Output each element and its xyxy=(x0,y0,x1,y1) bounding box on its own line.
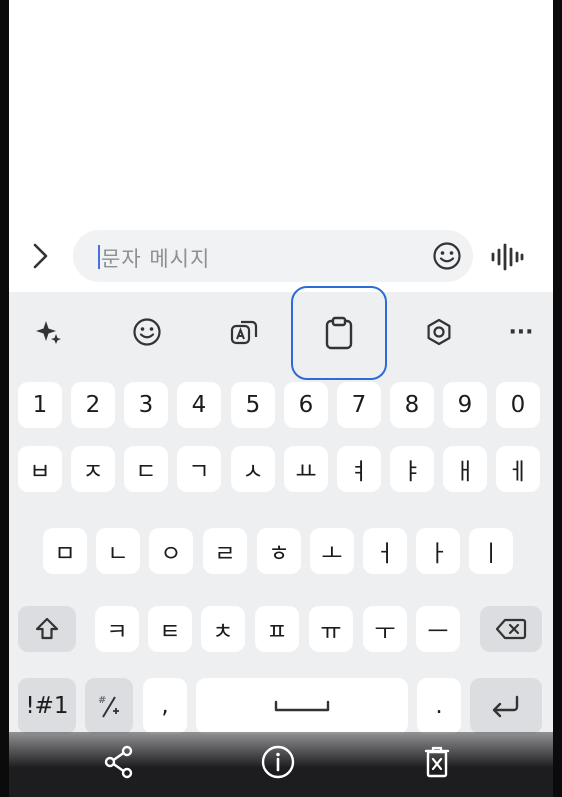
keyboard-toolbar: ··· xyxy=(9,286,553,380)
key-chieut[interactable]: ㅊ xyxy=(201,606,245,652)
key-yeo[interactable]: ㅕ xyxy=(337,446,381,492)
key-siot[interactable]: ㅅ xyxy=(231,446,275,492)
key-kieuk[interactable]: ㅋ xyxy=(95,606,139,652)
key-digeut[interactable]: ㄷ xyxy=(124,446,168,492)
more-icon[interactable]: ··· xyxy=(499,310,543,354)
symbols-key[interactable]: !#1 xyxy=(18,678,76,734)
key-4[interactable]: 4 xyxy=(177,382,221,428)
message-placeholder: 문자 메시지 xyxy=(101,247,211,271)
emoji-icon[interactable] xyxy=(431,240,463,272)
key-1[interactable]: 1 xyxy=(18,382,62,428)
backspace-icon[interactable] xyxy=(480,606,542,652)
svg-text:#: # xyxy=(98,695,106,706)
key-jieut[interactable]: ㅈ xyxy=(71,446,115,492)
key-mieum[interactable]: ㅁ xyxy=(43,528,87,574)
key-3[interactable]: 3 xyxy=(124,382,168,428)
key-rieul[interactable]: ㄹ xyxy=(203,528,247,574)
screen-frame-right xyxy=(553,0,562,797)
screen-frame-left xyxy=(0,0,9,797)
translate-icon[interactable] xyxy=(223,310,267,354)
key-8[interactable]: 8 xyxy=(390,382,434,428)
key-5[interactable]: 5 xyxy=(231,382,275,428)
compose-bar: 문자 메시지 xyxy=(9,222,553,292)
shift-icon[interactable] xyxy=(18,606,76,652)
key-u[interactable]: ㅜ xyxy=(363,606,407,652)
key-pieup[interactable]: ㅍ xyxy=(255,606,299,652)
voice-wave-icon[interactable] xyxy=(489,240,525,274)
comma-key[interactable]: , xyxy=(143,678,187,734)
key-ieung[interactable]: ㅇ xyxy=(149,528,193,574)
keyboard: ··· 1 2 3 4 5 6 7 8 9 0 ㅂ ㅈ ㄷ ㄱ ㅅ ㅛ ㅕ ㅑ … xyxy=(9,286,553,797)
key-eu[interactable]: ㅡ xyxy=(416,606,460,652)
delete-icon[interactable] xyxy=(417,742,457,782)
clipboard-icon[interactable] xyxy=(291,286,387,380)
key-nieun[interactable]: ㄴ xyxy=(96,528,140,574)
key-eo[interactable]: ㅓ xyxy=(363,528,407,574)
key-giyeok[interactable]: ㄱ xyxy=(177,446,221,492)
key-bieup[interactable]: ㅂ xyxy=(18,446,62,492)
text-caret xyxy=(98,245,100,269)
key-0[interactable]: 0 xyxy=(496,382,540,428)
emoji-icon[interactable] xyxy=(125,310,169,354)
bottom-action-bar xyxy=(9,732,553,797)
key-hieut[interactable]: ㅎ xyxy=(257,528,301,574)
key-a[interactable]: ㅏ xyxy=(416,528,460,574)
key-yu[interactable]: ㅠ xyxy=(309,606,353,652)
sparkle-icon[interactable] xyxy=(27,310,71,354)
key-7[interactable]: 7 xyxy=(337,382,381,428)
key-i[interactable]: ㅣ xyxy=(469,528,513,574)
period-key[interactable]: . xyxy=(417,678,461,734)
spacebar[interactable] xyxy=(196,678,408,734)
chevron-right-icon[interactable] xyxy=(29,240,53,272)
key-2[interactable]: 2 xyxy=(71,382,115,428)
enter-icon[interactable] xyxy=(470,678,542,734)
message-input[interactable]: 문자 메시지 xyxy=(73,230,473,282)
key-ae[interactable]: ㅐ xyxy=(443,446,487,492)
settings-icon[interactable] xyxy=(417,310,461,354)
key-yo[interactable]: ㅛ xyxy=(284,446,328,492)
info-icon[interactable] xyxy=(258,742,298,782)
key-ya[interactable]: ㅑ xyxy=(390,446,434,492)
share-icon[interactable] xyxy=(99,742,139,782)
key-6[interactable]: 6 xyxy=(284,382,328,428)
key-9[interactable]: 9 xyxy=(443,382,487,428)
special-chars-icon[interactable]: # xyxy=(85,678,133,734)
key-o[interactable]: ㅗ xyxy=(310,528,354,574)
key-tieut[interactable]: ㅌ xyxy=(148,606,192,652)
key-e[interactable]: ㅔ xyxy=(496,446,540,492)
